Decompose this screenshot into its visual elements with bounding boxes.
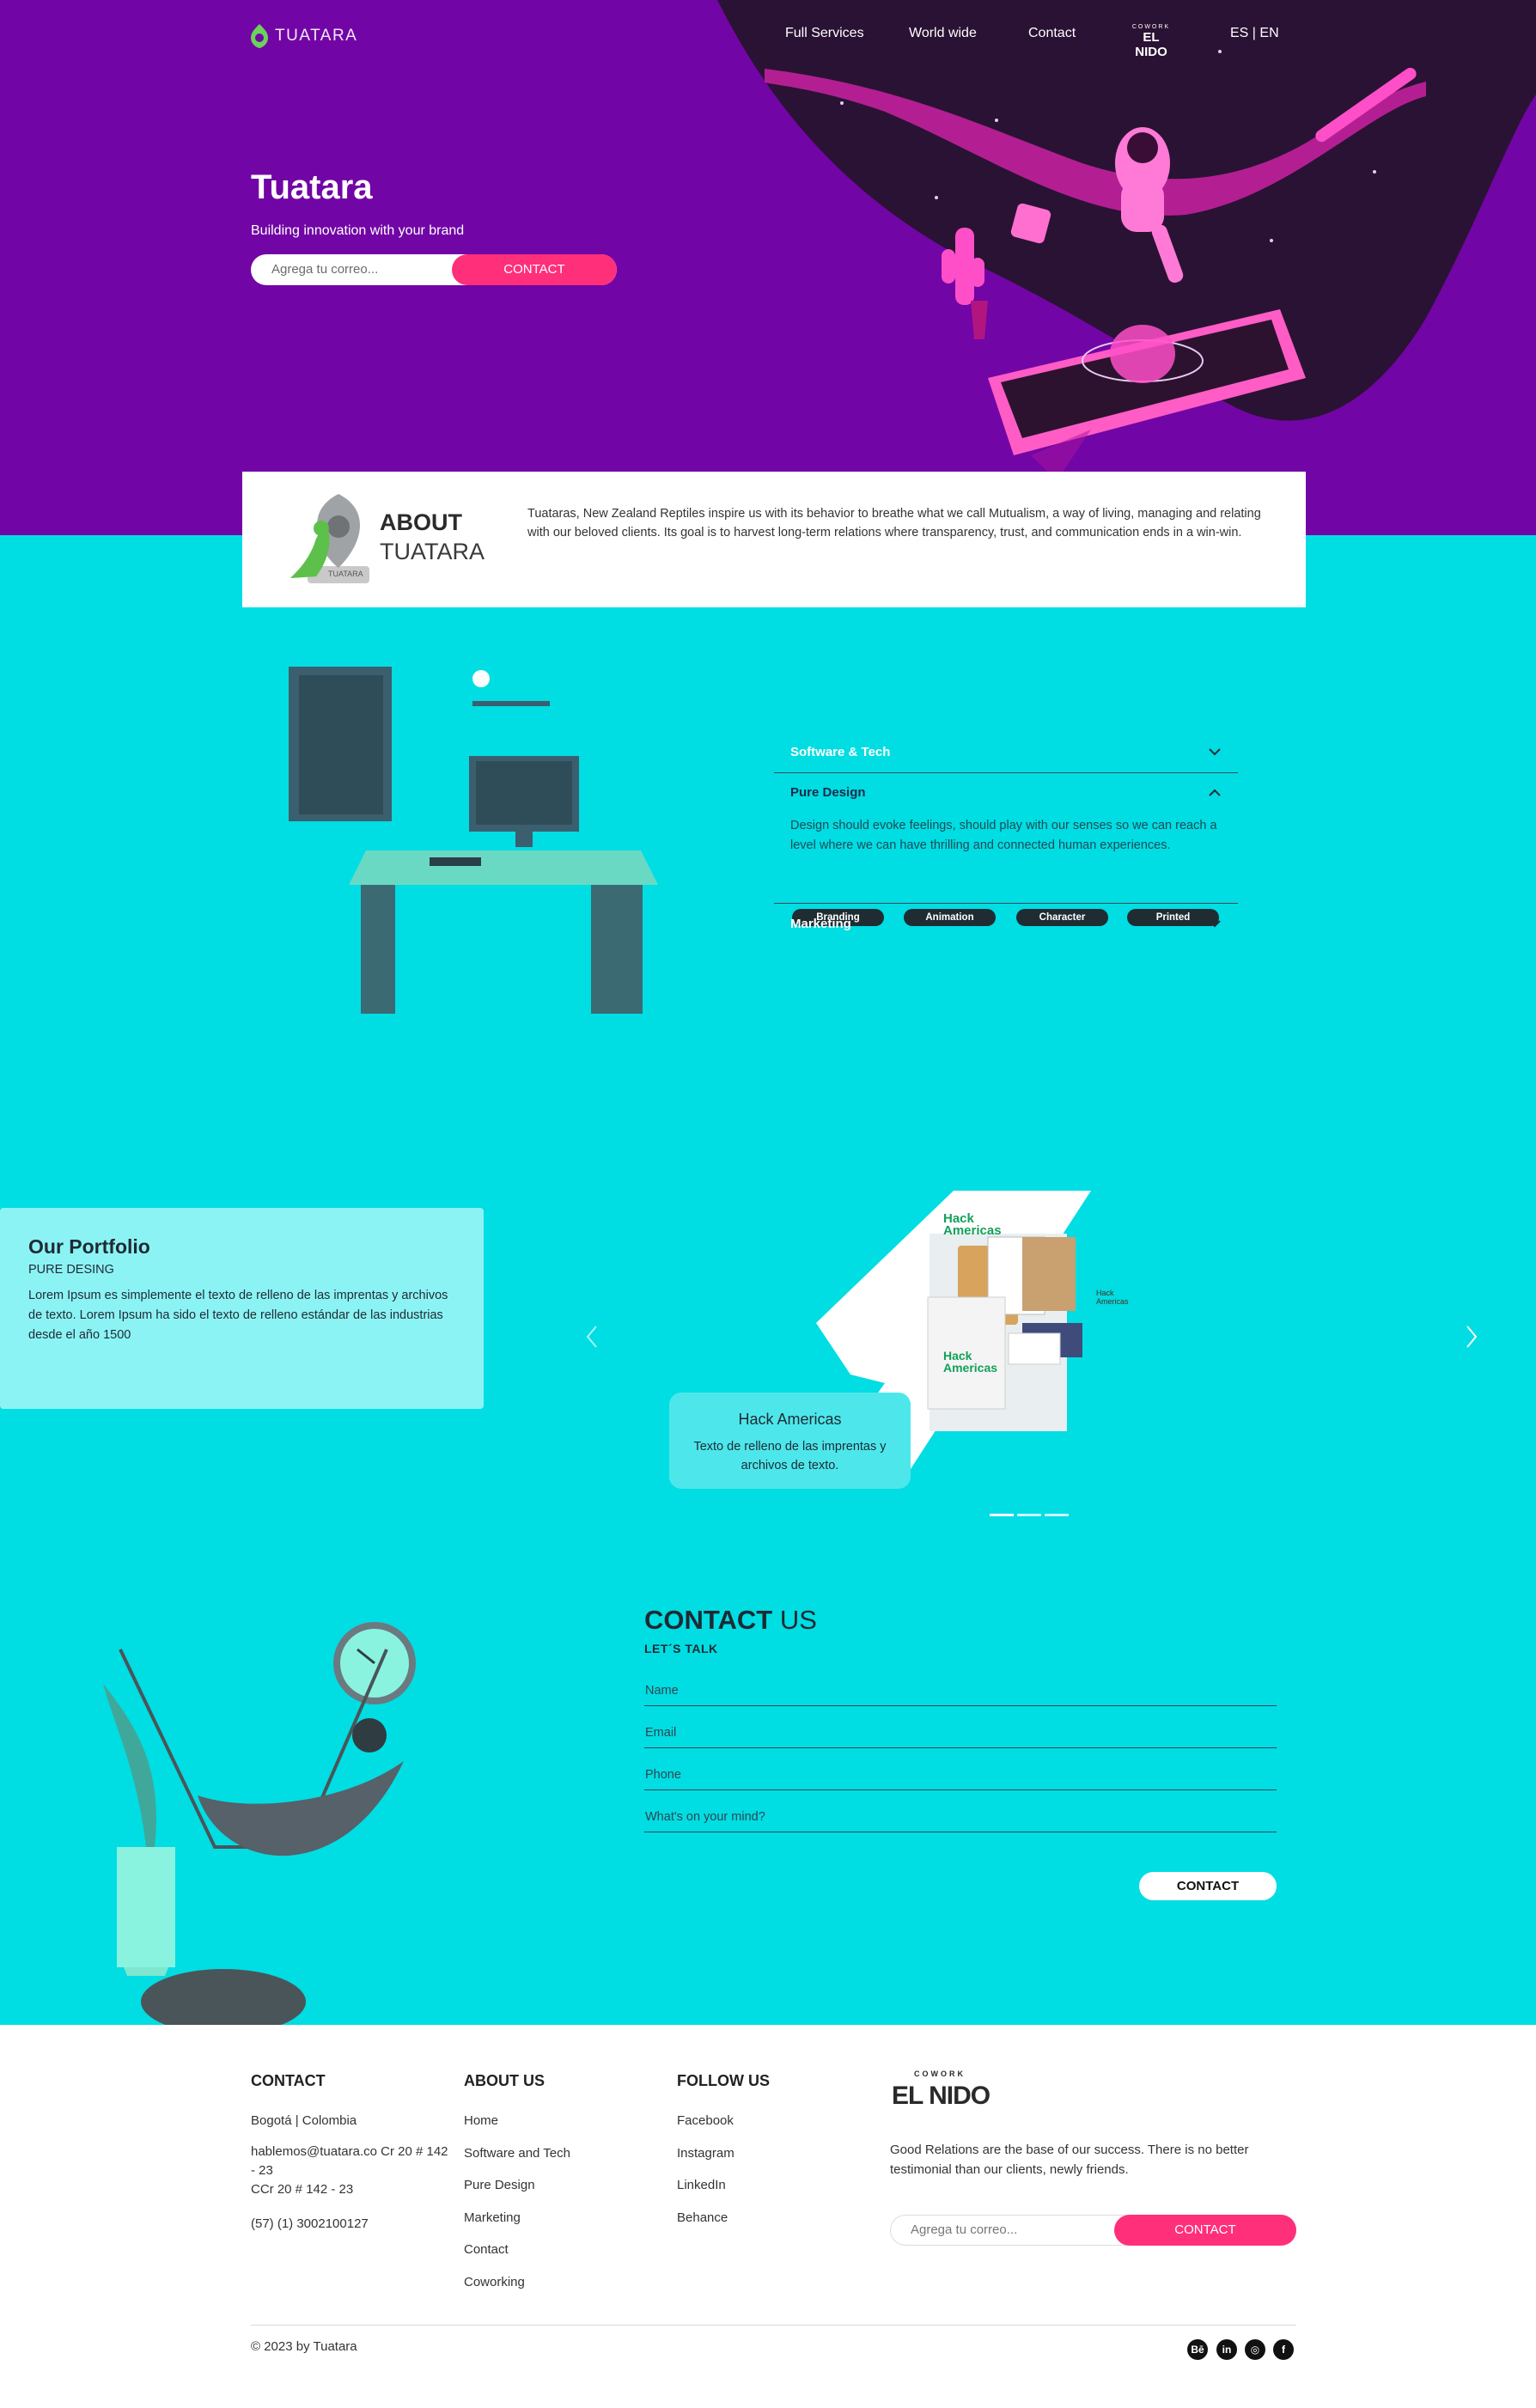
desk-workspace-illustration: [289, 667, 658, 1014]
footer-divider: [251, 2325, 1296, 2326]
contact-title-light: US: [772, 1605, 817, 1635]
about-description: Tuataras, New Zealand Reptiles inspire u…: [527, 507, 1261, 540]
footer-logo-text: EL NIDO: [892, 2082, 990, 2110]
nav-world-wide[interactable]: World wide: [909, 26, 977, 41]
footer-contact-location: Bogotá | Colombia: [251, 2113, 357, 2128]
footer-link-instagram[interactable]: Instagram: [677, 2144, 734, 2163]
slide-caption-text: Texto de relleno de las imprentas y arch…: [693, 1440, 887, 1472]
footer-logo-small: COWORK: [914, 2070, 966, 2078]
email-field[interactable]: Email: [644, 1721, 1277, 1748]
phone-field-placeholder: Phone: [645, 1768, 681, 1782]
footer-email-input[interactable]: Agrega tu correo...: [911, 2216, 1017, 2245]
portfolio-intro-card: Our Portfolio PURE DESING Lorem Ipsum es…: [0, 1208, 484, 1409]
facebook-icon[interactable]: f: [1273, 2339, 1294, 2360]
slide-notebook-brand: Hack Americas: [1096, 1289, 1129, 1306]
footer-contact-phone: (57) (1) 3002100127: [251, 2216, 369, 2231]
footer-newsletter-text: Good Relations are the base of our succe…: [890, 2143, 1249, 2177]
portfolio-title: Our Portfolio: [28, 1235, 150, 1258]
footer-link-pure-design[interactable]: Pure Design: [464, 2176, 535, 2195]
footer-link-software-tech[interactable]: Software and Tech: [464, 2144, 570, 2163]
portfolio-subtitle: PURE DESING: [28, 1263, 114, 1277]
slide-card-brand-line2: Americas: [943, 1361, 998, 1375]
message-field-placeholder: What's on your mind?: [645, 1810, 765, 1824]
footer-link-home[interactable]: Home: [464, 2112, 498, 2131]
slide-card-brand-line1: Hack: [943, 1349, 972, 1363]
footer-contact-button[interactable]: CONTACT: [1114, 2215, 1296, 2246]
carousel-dot[interactable]: [990, 1514, 1014, 1516]
chevron-down-icon: [1209, 748, 1221, 756]
about-subtitle: TUATARA: [380, 539, 485, 564]
services-accordion: Software & Tech Pure Design Design shoul…: [774, 732, 1238, 945]
footer-link-linkedin[interactable]: LinkedIn: [677, 2176, 726, 2195]
linkedin-icon[interactable]: in: [1216, 2339, 1237, 2360]
contact-subtitle: LET´S TALK: [644, 1642, 718, 1655]
message-field[interactable]: What's on your mind?: [644, 1805, 1277, 1832]
accordion-label: Pure Design: [790, 785, 866, 800]
partner-logo-el-nido[interactable]: COWORK EL NIDO: [1126, 24, 1176, 59]
hero-section: TUATARA Full Services World wide Contact…: [0, 0, 1536, 535]
footer-contact-heading: CONTACT: [251, 2072, 326, 2089]
carousel-prev-arrow-icon[interactable]: [582, 1323, 603, 1350]
contact-submit-button[interactable]: CONTACT: [1139, 1872, 1277, 1900]
accordion-description: Design should evoke feelings, should pla…: [790, 819, 1217, 852]
accordion-label: Marketing: [790, 917, 851, 931]
tuatara-logo-icon: [251, 24, 268, 48]
portfolio-description: Lorem Ipsum es simplemente el texto de r…: [28, 1289, 448, 1342]
behance-icon[interactable]: Bē: [1187, 2339, 1208, 2360]
footer-link-behance[interactable]: Behance: [677, 2209, 728, 2228]
accordion-item-software-tech[interactable]: Software & Tech: [774, 732, 1238, 773]
accordion-item-marketing[interactable]: Marketing: [774, 904, 1238, 945]
hero-title: Tuatara: [251, 168, 373, 206]
footer-about-heading: ABOUT US: [464, 2072, 545, 2089]
contact-title-bold: CONTACT: [644, 1605, 773, 1635]
nav-contact[interactable]: Contact: [1028, 26, 1076, 41]
brand-logo[interactable]: TUATARA: [251, 24, 357, 48]
nav-full-services[interactable]: Full Services: [785, 26, 864, 41]
chevron-down-icon: [1209, 920, 1221, 928]
accordion-label: Software & Tech: [790, 745, 891, 759]
hero-contact-button[interactable]: CONTACT: [452, 254, 617, 285]
footer-contact-email[interactable]: hablemos@tuatara.co Cr 20 # 142 - 23: [251, 2143, 448, 2180]
footer-link-contact[interactable]: Contact: [464, 2240, 509, 2259]
instagram-icon[interactable]: ◎: [1245, 2339, 1265, 2360]
carousel-dot[interactable]: [1017, 1514, 1041, 1516]
language-switch[interactable]: ES | EN: [1230, 26, 1279, 41]
carousel-dots: [990, 1505, 1072, 1521]
copyright: © 2023 by Tuatara: [251, 2339, 357, 2354]
hammock-relax-illustration: [103, 1622, 416, 2034]
brand-logo-text: TUATARA: [275, 27, 358, 45]
carousel-next-arrow-icon[interactable]: [1460, 1323, 1481, 1350]
footer-link-coworking[interactable]: Coworking: [464, 2273, 525, 2292]
footer: CONTACT Bogotá | Colombia hablemos@tuata…: [0, 2025, 1536, 2408]
chevron-up-icon: [1209, 789, 1221, 796]
slide-brand-logo: Hack Americas: [943, 1212, 1002, 1238]
partner-logo-text: EL NIDO: [1135, 30, 1167, 59]
phone-field[interactable]: Phone: [644, 1763, 1277, 1790]
contact-title: CONTACT US: [644, 1605, 817, 1636]
slide-caption-card: Hack Americas Texto de relleno de las im…: [669, 1393, 911, 1489]
footer-contact-address: CCr 20 # 142 - 23: [251, 2182, 354, 2197]
carousel-dot[interactable]: [1045, 1514, 1069, 1516]
footer-link-marketing[interactable]: Marketing: [464, 2209, 521, 2228]
accordion-item-pure-design[interactable]: Pure Design Design should evoke feelings…: [774, 773, 1238, 926]
about-title: ABOUT: [380, 509, 462, 535]
mascot-badge-text: TUATARA: [328, 570, 363, 578]
hero-email-input[interactable]: Agrega tu correo...: [271, 254, 378, 285]
hero-space-illustration: [717, 0, 1536, 481]
slide-brand-line2: Americas: [943, 1223, 1002, 1238]
partner-logo-small: COWORK: [1131, 24, 1171, 30]
hero-email-form: Agrega tu correo... CONTACT: [251, 254, 617, 285]
email-field-placeholder: Email: [645, 1726, 677, 1740]
name-field[interactable]: Name: [644, 1679, 1277, 1706]
slide-caption-title: Hack Americas: [738, 1411, 842, 1428]
footer-newsletter-form: Agrega tu correo... CONTACT: [890, 2215, 1296, 2246]
footer-el-nido-logo[interactable]: COWORK EL NIDO: [890, 2070, 993, 2119]
hero-subtitle: Building innovation with your brand: [251, 223, 465, 238]
about-section: TUATARA ABOUT TUATARA Tuataras, New Zeal…: [242, 472, 1306, 607]
footer-link-facebook[interactable]: Facebook: [677, 2112, 734, 2131]
slide-card-brand: Hack Americas: [943, 1350, 997, 1374]
name-field-placeholder: Name: [645, 1684, 679, 1698]
footer-follow-heading: FOLLOW US: [677, 2072, 770, 2089]
